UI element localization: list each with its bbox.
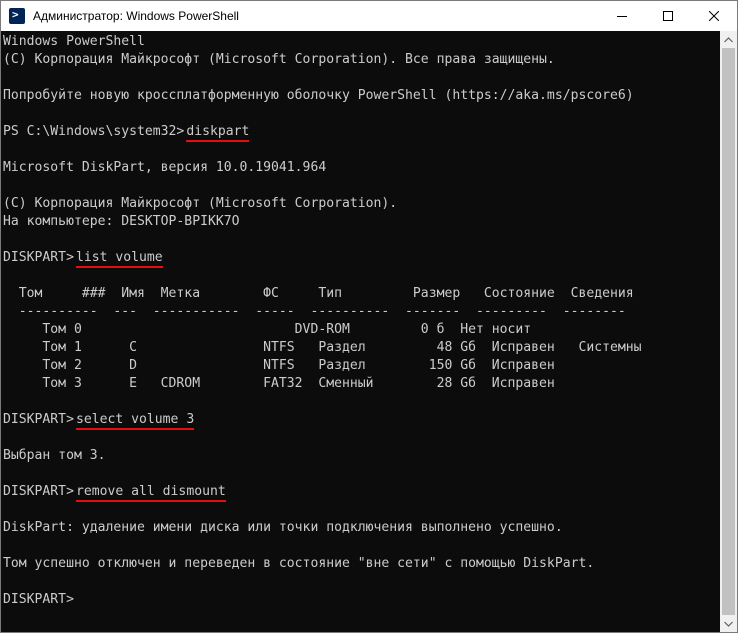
powershell-icon[interactable] (9, 8, 25, 24)
command-line: DISKPART> select volume 3 (3, 411, 720, 430)
diskpart-prompt: DISKPART> (3, 250, 74, 265)
maximize-icon (663, 11, 673, 21)
chevron-up-icon (724, 36, 733, 42)
command-remove-all-dismount: remove all dismount (75, 484, 226, 502)
volume-table-row: Том 0 DVD-ROM 0 б Нет носит (3, 322, 532, 337)
scroll-down-button[interactable] (720, 615, 737, 632)
maximize-button[interactable] (645, 1, 691, 31)
command-diskpart: diskpart (186, 124, 250, 142)
window-controls (599, 1, 737, 31)
active-prompt-line[interactable]: DISKPART> (3, 591, 720, 609)
ps-prompt: PS C:\Windows\system32> (3, 124, 185, 139)
command-line: DISKPART> remove all dismount (3, 483, 720, 502)
scroll-up-button[interactable] (720, 31, 737, 48)
command-line: DISKPART> list volume (3, 249, 720, 268)
volume-table-row: Том 2 D NTFS Раздел 150 Gб Исправен (3, 358, 555, 373)
command-line: PS C:\Windows\system32> diskpart (3, 123, 720, 142)
volume-table-row: Том 1 C NTFS Раздел 48 Gб Исправен Систе… (3, 340, 642, 355)
console-line: (С) Корпорация Майкрософт (Microsoft Cor… (3, 52, 555, 67)
console-line: Microsoft DiskPart, версия 10.0.19041.96… (3, 160, 327, 175)
volume-table-header: Том ### Имя Метка ФС Тип Размер Состояни… (3, 286, 634, 301)
command-list-volume: list volume (75, 250, 163, 268)
diskpart-prompt: DISKPART> (3, 412, 74, 427)
console-line: Выбран том 3. (3, 448, 106, 463)
console-line: Том успешно отключен и переведен в состо… (3, 556, 595, 571)
volume-table-separator: ---------- --- ----------- ----- -------… (3, 304, 626, 319)
close-button[interactable] (691, 1, 737, 31)
chevron-down-icon (724, 621, 733, 627)
console-line: На компьютере: DESKTOP-BPIKK7O (3, 214, 240, 229)
console-line: Windows PowerShell (3, 34, 145, 49)
console-output[interactable]: Windows PowerShell (С) Корпорация Майкро… (1, 31, 720, 632)
minimize-button[interactable] (599, 1, 645, 31)
command-select-volume: select volume 3 (75, 412, 195, 430)
console-line: Попробуйте новую кроссплатформенную обол… (3, 88, 634, 103)
window-title: Администратор: Windows PowerShell (33, 9, 239, 23)
volume-table-row: Том 3 E CDROM FAT32 Сменный 28 Gб Исправ… (3, 376, 555, 391)
title-bar[interactable]: Администратор: Windows PowerShell (1, 1, 737, 31)
close-icon (709, 11, 719, 21)
minimize-icon (617, 16, 627, 17)
console-line: (C) Корпорация Майкрософт (Microsoft Cor… (3, 196, 398, 211)
powershell-window: Администратор: Windows PowerShell Windo (0, 0, 738, 633)
scrollbar-thumb[interactable] (722, 48, 735, 615)
vertical-scrollbar[interactable] (720, 31, 737, 632)
console-line: DiskPart: удаление имени диска или точки… (3, 520, 563, 535)
diskpart-prompt: DISKPART> (3, 592, 74, 607)
diskpart-prompt: DISKPART> (3, 484, 74, 499)
